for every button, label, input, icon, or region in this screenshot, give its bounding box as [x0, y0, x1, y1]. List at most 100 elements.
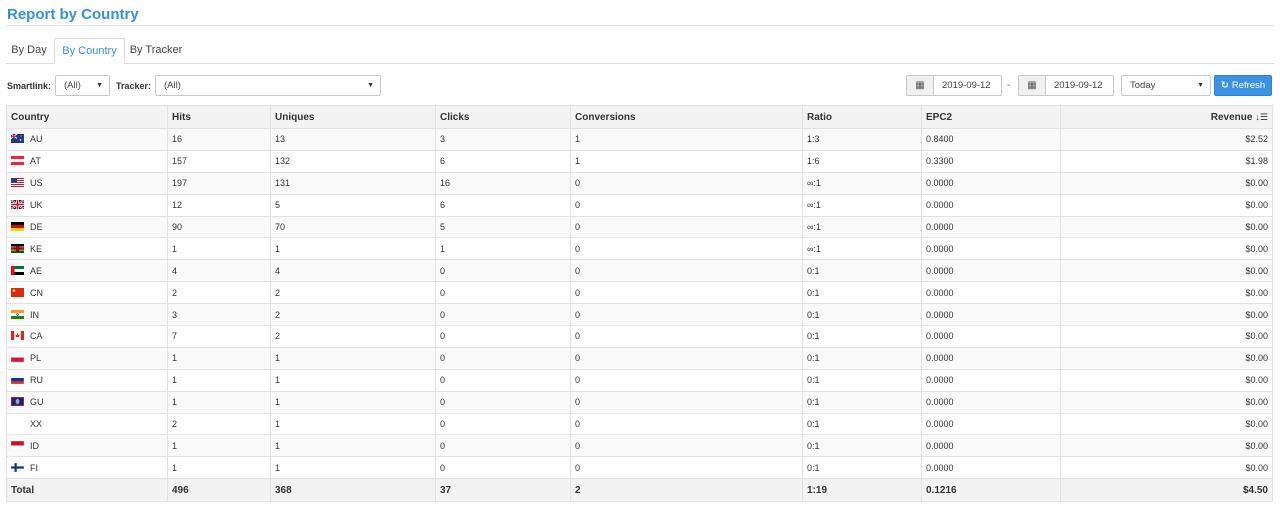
country-code: DE: [30, 222, 43, 232]
country-code: AT: [30, 156, 41, 167]
ratio-cell: ∞:1: [802, 193, 922, 217]
page-title: Report by Country: [7, 6, 139, 23]
conversions-cell: 0: [570, 412, 803, 436]
epc2-cell: 0.0000: [921, 215, 1061, 239]
at-flag-icon: [11, 156, 24, 166]
country-cell: US: [6, 171, 168, 195]
uniques-cell: 4: [270, 259, 436, 283]
de-flag-icon: [11, 222, 24, 231]
clicks-cell: 0: [435, 412, 571, 436]
ratio-cell: ∞:1: [802, 215, 922, 239]
date-to-value: 2019-09-12: [1054, 80, 1103, 91]
tab-by-day[interactable]: By Day: [6, 38, 52, 64]
conversions-cell: 0: [570, 303, 803, 327]
tab-by-country[interactable]: By Country: [54, 38, 125, 64]
epc2-cell: 0.3300: [921, 149, 1061, 173]
epc2-cell: 0.8400: [921, 128, 1061, 151]
clicks-cell: 0: [435, 368, 571, 392]
uniques-cell: 1: [270, 456, 436, 480]
smartlink-select[interactable]: (All) ▼: [55, 75, 110, 96]
ratio-cell: 0:1: [802, 390, 922, 414]
tracker-select[interactable]: (All) ▼: [155, 75, 381, 96]
conversions-cell: 1: [570, 149, 803, 173]
epc2-cell: 0.0000: [921, 303, 1061, 327]
date-to-field[interactable]: ▦ 2019-09-12: [1018, 75, 1114, 96]
country-code: CA: [30, 331, 43, 342]
clicks-cell: 16: [435, 171, 571, 195]
total-ratio: 1:19: [802, 478, 922, 503]
period-select[interactable]: Today ▼: [1121, 75, 1211, 96]
clicks-cell: 0: [435, 281, 571, 305]
uniques-cell: 1: [270, 390, 436, 414]
column-header-clicks[interactable]: Clicks: [435, 105, 571, 129]
clicks-cell: 5: [435, 215, 571, 239]
country-code: KE: [30, 243, 43, 254]
country-code: AU: [30, 134, 43, 145]
column-header-revenue[interactable]: Revenue ↓☰: [1060, 105, 1273, 129]
table-row: UK 12 5 6 0 ∞:1 0.0000 $0.00: [6, 193, 1273, 217]
column-header-hits[interactable]: Hits: [167, 105, 271, 129]
calendar-icon[interactable]: ▦: [1019, 76, 1046, 95]
country-cell: FI: [6, 456, 168, 480]
country-code: GU: [30, 397, 44, 408]
hits-cell: 2: [167, 281, 271, 305]
country-code: AE: [30, 265, 43, 276]
country-code: CN: [30, 287, 43, 298]
chevron-down-icon: ▼: [96, 82, 103, 89]
table-row: KE 1 1 1 0 ∞:1 0.0000 $0.00: [6, 237, 1273, 261]
refresh-button[interactable]: ↻ Refresh: [1214, 75, 1272, 96]
uniques-cell: 1: [270, 346, 436, 370]
uk-flag-icon: [10, 199, 25, 210]
column-header-epc2[interactable]: EPC2: [921, 105, 1061, 129]
pl-flag-icon: [10, 353, 25, 363]
date-from-field[interactable]: ▦ 2019-09-12: [906, 75, 1002, 96]
country-code: FI: [30, 462, 38, 473]
hits-cell: 3: [167, 303, 271, 327]
revenue-cell: $0.00: [1060, 346, 1273, 370]
revenue-cell: $1.98: [1060, 149, 1273, 173]
column-header-uniques[interactable]: Uniques: [270, 105, 436, 129]
column-header-conversions[interactable]: Conversions: [570, 105, 803, 129]
clicks-cell: 0: [435, 259, 571, 283]
hits-cell: 1: [167, 390, 271, 414]
country-cell: KE: [6, 237, 168, 261]
clicks-cell: 0: [435, 346, 571, 370]
tracker-value: (All): [164, 80, 181, 91]
clicks-cell: 6: [435, 193, 571, 217]
ca-flag-icon: [11, 331, 24, 341]
table-row: AU 16 13 3 1 1:3 0.8400 $2.52: [6, 128, 1273, 151]
country-cell: CA: [6, 325, 168, 348]
hits-cell: 1: [167, 368, 271, 392]
column-header-ratio[interactable]: Ratio: [802, 105, 922, 129]
uniques-cell: 13: [270, 128, 436, 151]
country-cell: GU: [6, 390, 168, 414]
clicks-cell: 1: [435, 237, 571, 261]
calendar-icon[interactable]: ▦: [907, 76, 934, 95]
id-flag-icon: [10, 440, 25, 451]
table-row: RU 1 1 0 0 0:1 0.0000 $0.00: [6, 368, 1273, 392]
revenue-cell: $0.00: [1060, 215, 1273, 239]
revenue-cell: $0.00: [1060, 193, 1273, 217]
total-hits: 496: [167, 478, 271, 503]
uniques-cell: 1: [270, 412, 436, 436]
uniques-cell: 1: [270, 434, 436, 458]
refresh-label: Refresh: [1231, 80, 1266, 91]
conversions-cell: 0: [570, 215, 803, 239]
revenue-cell: $0.00: [1060, 237, 1273, 261]
tab-by-tracker[interactable]: By Tracker: [125, 38, 187, 64]
table-row: CA 7 2 0 0 0:1 0.0000 $0.00: [6, 325, 1273, 348]
conversions-cell: 0: [570, 259, 803, 283]
conversions-cell: 0: [570, 237, 803, 261]
country-code: PL: [30, 353, 42, 364]
column-header-country[interactable]: Country: [6, 105, 168, 129]
uniques-cell: 132: [270, 149, 436, 173]
uniques-cell: 2: [270, 325, 436, 348]
ratio-cell: 0:1: [802, 456, 922, 480]
revenue-header-label: Revenue: [1210, 111, 1253, 123]
table-row: DE 90 70 5 0 ∞:1 0.0000 $0.00: [6, 215, 1273, 239]
country-code: US: [30, 178, 43, 189]
table-row: GU 1 1 0 0 0:1 0.0000 $0.00: [6, 390, 1273, 414]
uniques-cell: 2: [270, 303, 436, 327]
period-value: Today: [1130, 80, 1156, 91]
hits-cell: 197: [167, 171, 271, 195]
